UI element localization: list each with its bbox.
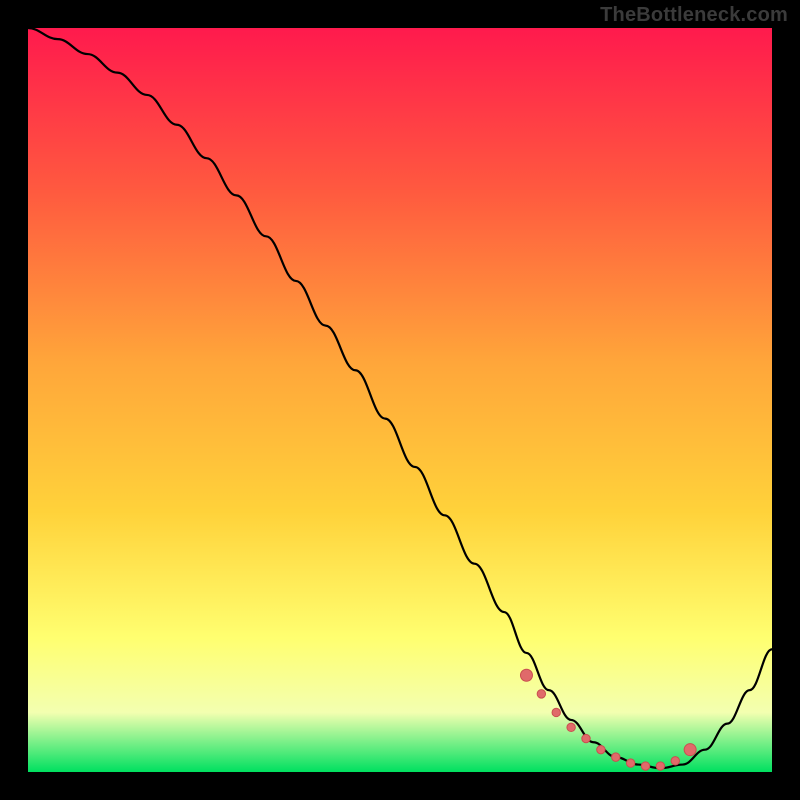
marker-dot — [520, 669, 532, 681]
marker-dot — [641, 762, 649, 770]
marker-dot — [597, 745, 605, 753]
gradient-background — [28, 28, 772, 772]
marker-dot — [537, 690, 545, 698]
marker-dot — [612, 753, 620, 761]
marker-dot — [626, 759, 634, 767]
marker-dot — [684, 744, 696, 756]
marker-dot — [671, 757, 679, 765]
plot-area — [28, 28, 772, 772]
marker-dot — [552, 708, 560, 716]
chart-stage: TheBottleneck.com — [0, 0, 800, 800]
watermark-text: TheBottleneck.com — [600, 4, 788, 27]
marker-dot — [582, 734, 590, 742]
chart-svg — [28, 28, 772, 772]
marker-dot — [567, 723, 575, 731]
marker-dot — [656, 762, 664, 770]
